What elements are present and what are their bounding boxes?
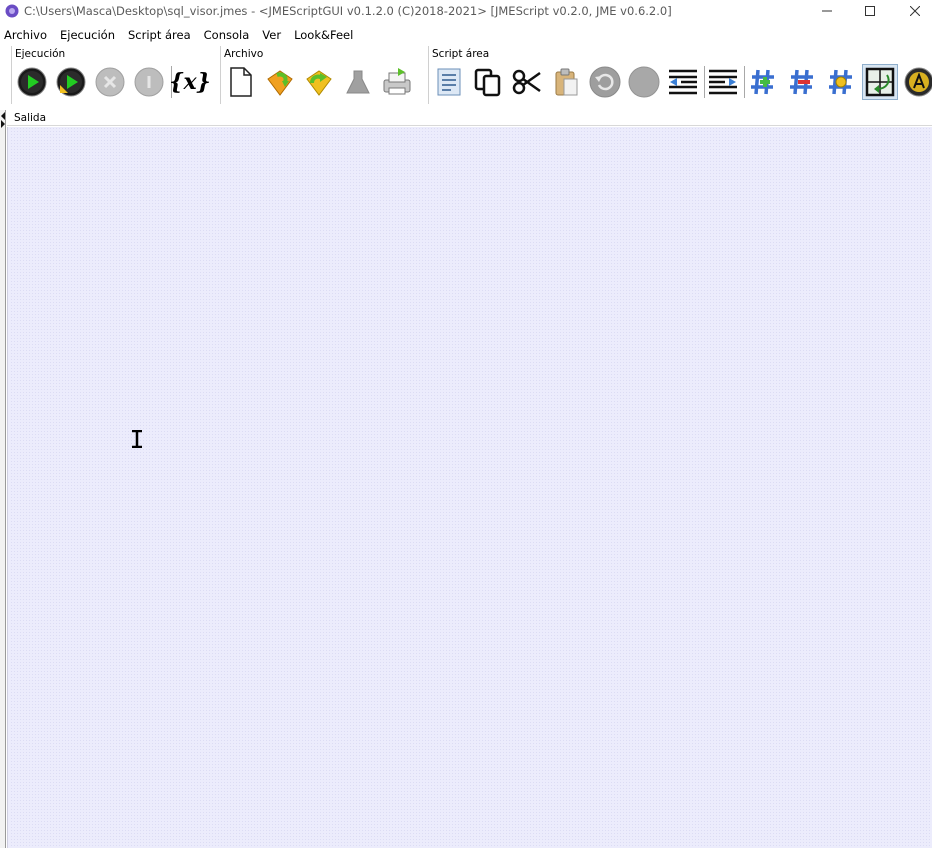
hash-toggle-icon [829, 69, 852, 95]
new-file-icon [230, 67, 252, 97]
scissors-icon [512, 69, 541, 95]
window-title: C:\Users\Masca\Desktop\sql_visor.jmes - … [24, 4, 672, 18]
redo-icon [628, 66, 660, 98]
toolbar-group-ejecucion: Ejecución {x} [11, 46, 216, 104]
toolbar: Ejecución {x} Archivo Script área [0, 46, 932, 108]
toggle-comment-button[interactable] [823, 64, 859, 100]
open-file-button[interactable] [262, 64, 298, 100]
output-text-area[interactable] [10, 127, 932, 848]
collapse-arrow-icon [1, 112, 5, 128]
indent-icon [709, 69, 737, 95]
output-panel-title: Salida [14, 112, 47, 124]
print-button[interactable] [379, 64, 415, 100]
uncomment-button[interactable] [784, 64, 820, 100]
copy-button[interactable] [470, 64, 506, 100]
play-step-icon [56, 67, 86, 97]
pause-button[interactable] [131, 64, 167, 100]
maximize-button[interactable] [847, 0, 893, 22]
save-file-button[interactable] [301, 64, 337, 100]
format-button[interactable] [431, 64, 467, 100]
unindent-icon [669, 69, 697, 95]
comment-button[interactable] [745, 64, 781, 100]
menu-script-area[interactable]: Script área [124, 28, 195, 42]
minimize-icon [822, 10, 832, 12]
funnel-icon [346, 70, 370, 94]
menu-ejecucion[interactable]: Ejecución [56, 28, 119, 42]
pause-icon [134, 67, 164, 97]
clipboard-icon [555, 68, 578, 96]
hash-remove-icon [790, 69, 813, 95]
close-button[interactable] [892, 0, 932, 22]
hash-add-icon [751, 69, 774, 95]
export-button[interactable] [340, 64, 376, 100]
new-file-button[interactable] [223, 64, 259, 100]
variables-icon: {x} [169, 69, 211, 95]
group-title-script-area: Script área [432, 48, 490, 60]
menu-bar: Archivo Ejecución Script área Consola Ve… [0, 25, 357, 45]
output-panel-header: Salida [7, 110, 932, 126]
toolbar-group-script-area: Script área [428, 46, 932, 104]
font-button[interactable] [901, 64, 932, 100]
document-lines-icon [437, 68, 461, 96]
close-icon [910, 6, 920, 16]
text-cursor-icon [132, 430, 142, 448]
menu-look-and-feel[interactable]: Look&Feel [290, 28, 357, 42]
copy-icon [474, 68, 501, 97]
title-bar: C:\Users\Masca\Desktop\sql_visor.jmes - … [0, 0, 932, 22]
stop-icon [95, 67, 125, 97]
unindent-button[interactable] [665, 64, 701, 100]
wrap-text-icon [865, 67, 895, 97]
menu-ver[interactable]: Ver [258, 28, 285, 42]
group-title-ejecucion: Ejecución [15, 48, 66, 60]
panel-collapse-handle[interactable] [0, 110, 6, 848]
undo-icon [589, 66, 621, 98]
paste-button[interactable] [548, 64, 584, 100]
maximize-icon [865, 6, 875, 16]
printer-icon [383, 68, 411, 95]
undo-button[interactable] [587, 64, 623, 100]
save-folder-icon [306, 70, 332, 96]
run-step-button[interactable] [53, 64, 89, 100]
menu-archivo[interactable]: Archivo [0, 28, 51, 42]
variables-button[interactable]: {x} [169, 64, 211, 100]
word-wrap-toggle[interactable] [862, 64, 898, 100]
run-button[interactable] [14, 64, 50, 100]
font-size-icon [904, 67, 932, 97]
redo-button[interactable] [626, 64, 662, 100]
cut-button[interactable] [509, 64, 545, 100]
menu-consola[interactable]: Consola [200, 28, 254, 42]
app-icon [5, 4, 19, 18]
stop-button[interactable] [92, 64, 128, 100]
open-folder-icon [267, 70, 293, 96]
toolbar-group-archivo: Archivo [220, 46, 422, 104]
minimize-button[interactable] [804, 0, 850, 22]
group-title-archivo: Archivo [224, 48, 264, 60]
play-icon [17, 67, 47, 97]
indent-button[interactable] [705, 64, 741, 100]
